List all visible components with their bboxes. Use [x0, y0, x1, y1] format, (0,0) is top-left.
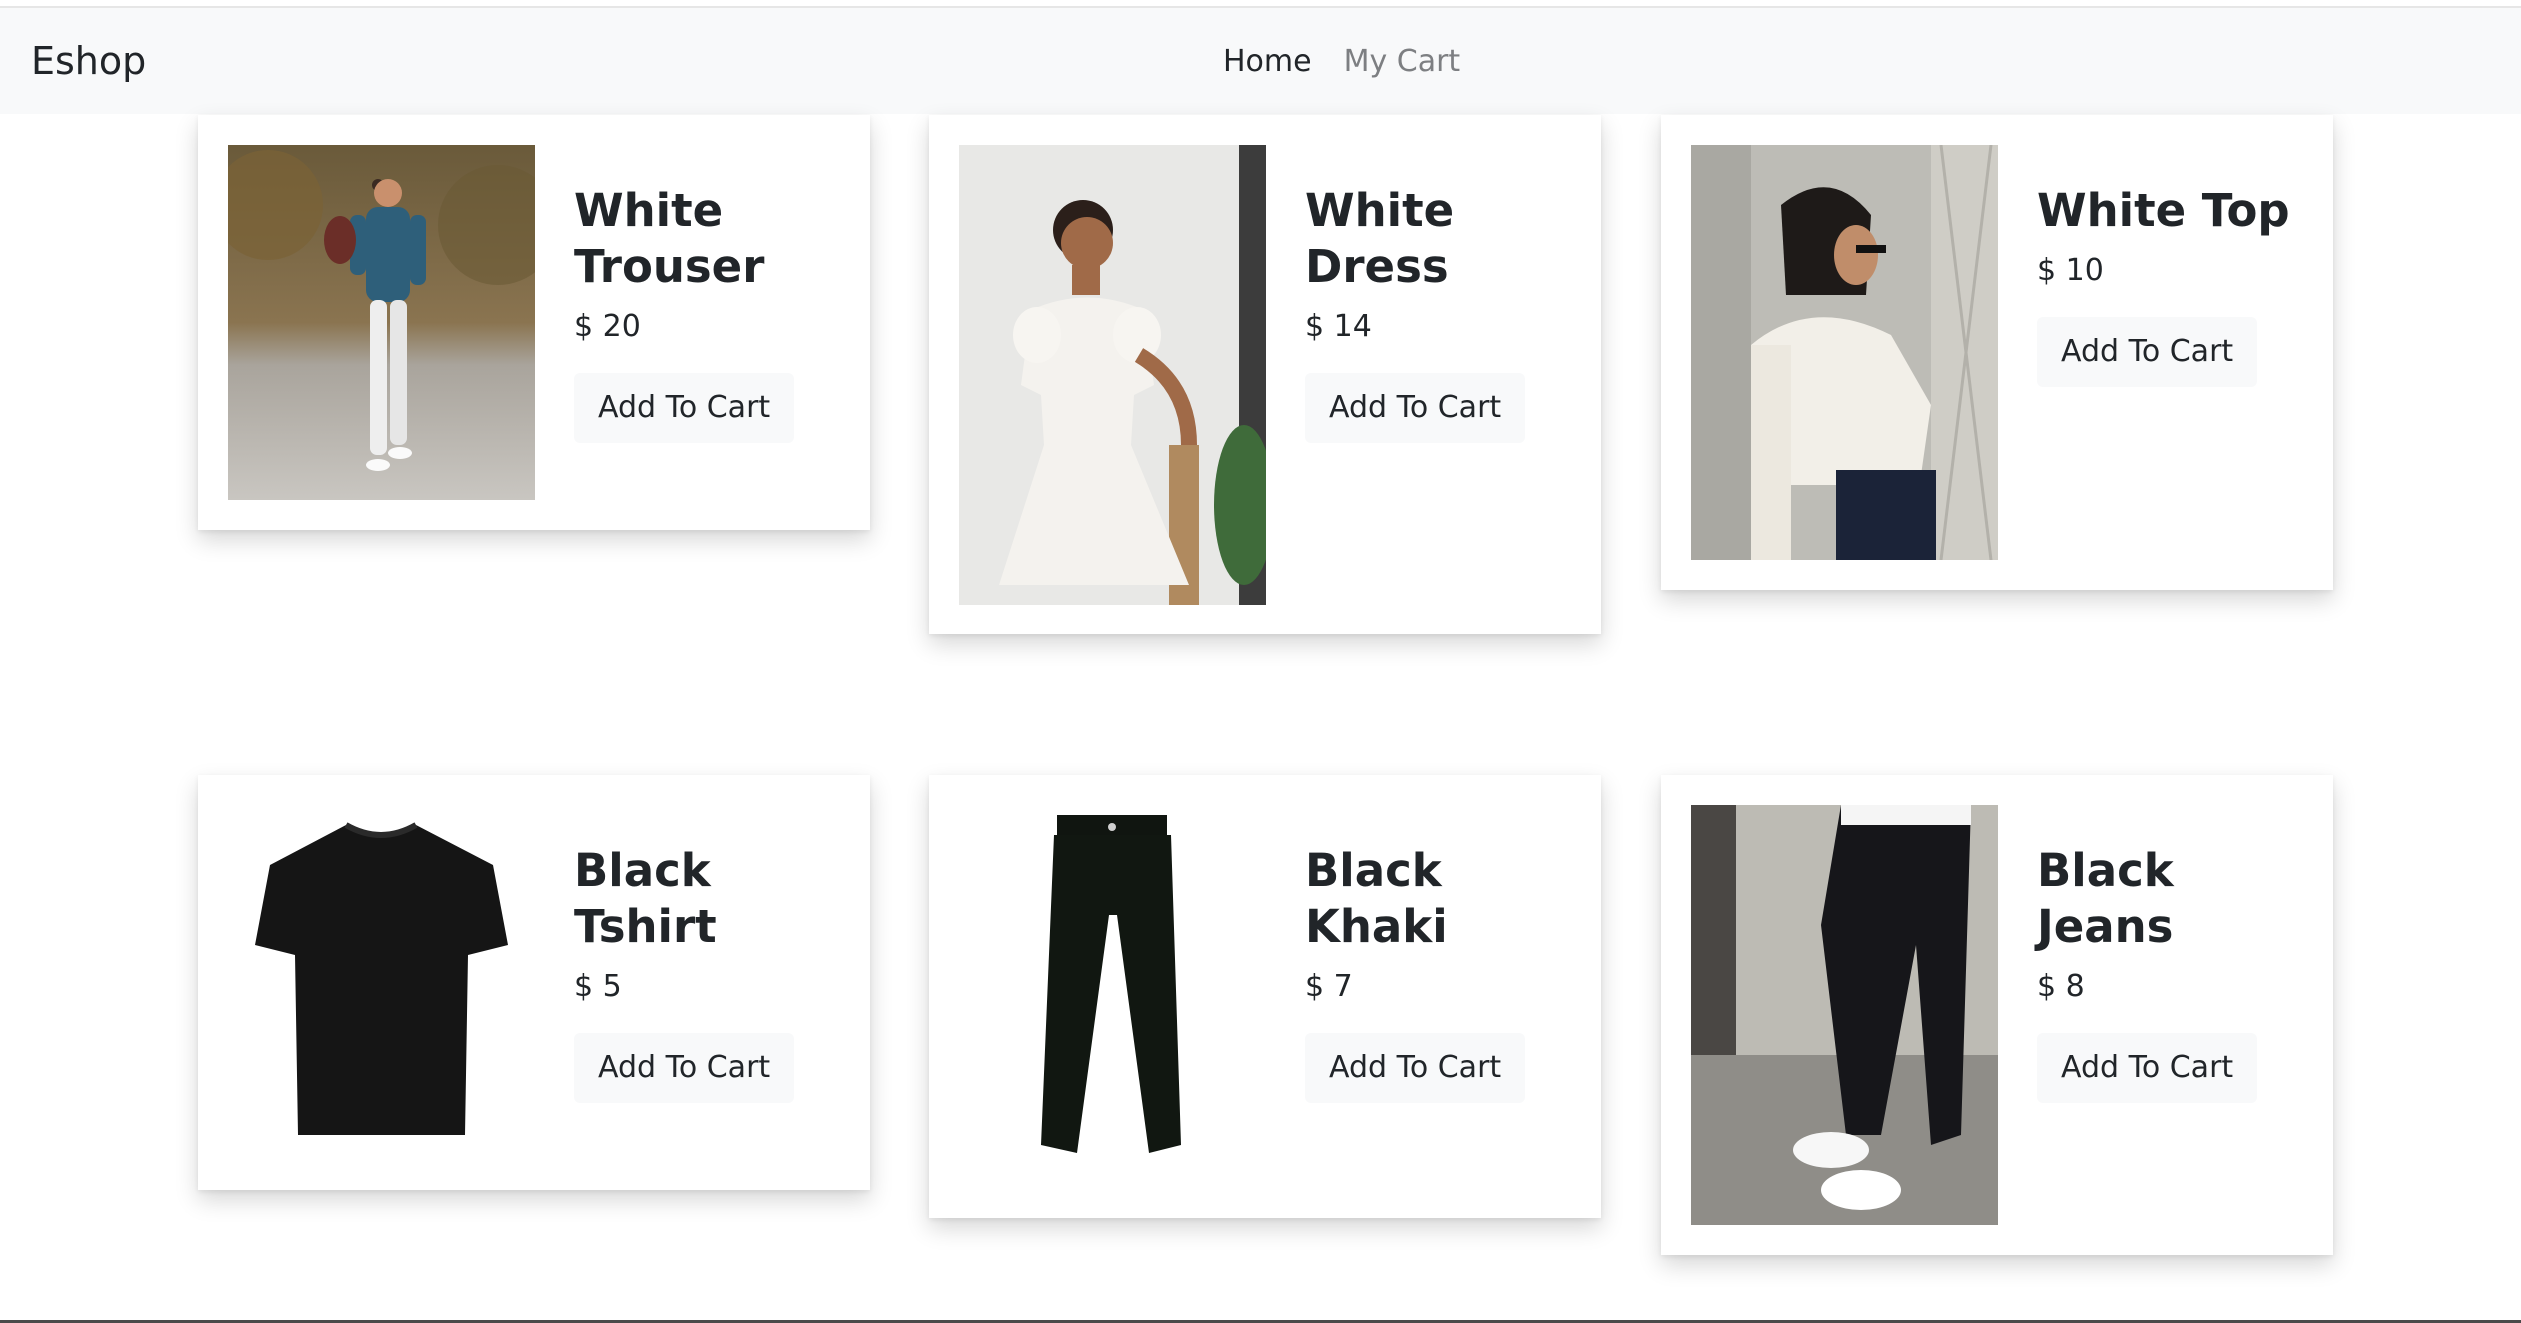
product-title: Black Jeans [2037, 844, 2174, 953]
nav-link-my-cart[interactable]: My Cart [1344, 42, 1461, 82]
product-info: Black Jeans $ 8 Add To Cart [2037, 843, 2307, 1103]
add-to-cart-button[interactable]: Add To Cart [2037, 1033, 2258, 1103]
product-image-black-khaki [959, 805, 1266, 1188]
navbar: Eshop Home My Cart [0, 8, 2521, 114]
product-card-white-top: White Top $ 10 Add To Cart [1661, 115, 2333, 590]
add-to-cart-button[interactable]: Add To Cart [574, 373, 795, 443]
product-title: White Top [2037, 184, 2290, 237]
product-title: White Trouser [574, 184, 765, 293]
product-price: $ 14 [1305, 309, 1372, 344]
product-image-black-jeans [1691, 805, 1998, 1225]
product-price: $ 5 [574, 969, 622, 1004]
product-info: Black Tshirt $ 5 Add To Cart [574, 843, 844, 1103]
product-info: White Top $ 10 Add To Cart [2037, 183, 2307, 387]
product-price: $ 7 [1305, 969, 1353, 1004]
product-info: White Dress $ 14 Add To Cart [1305, 183, 1575, 443]
product-title: Black Khaki [1305, 844, 1448, 953]
add-to-cart-button[interactable]: Add To Cart [1305, 1033, 1526, 1103]
nav-link-home[interactable]: Home [1223, 42, 1312, 82]
product-price: $ 20 [574, 309, 641, 344]
add-to-cart-button[interactable]: Add To Cart [574, 1033, 795, 1103]
product-card-black-jeans: Black Jeans $ 8 Add To Cart [1661, 775, 2333, 1255]
product-card-black-khaki: Black Khaki $ 7 Add To Cart [929, 775, 1601, 1218]
product-card-white-trouser: White Trouser $ 20 Add To Cart [198, 115, 870, 530]
product-image-white-dress [959, 145, 1266, 605]
product-image-black-tshirt [228, 805, 535, 1160]
add-to-cart-button[interactable]: Add To Cart [1305, 373, 1526, 443]
product-image-white-top [1691, 145, 1998, 560]
product-title: White Dress [1305, 184, 1455, 293]
brand-logo[interactable]: Eshop [31, 38, 146, 84]
add-to-cart-button[interactable]: Add To Cart [2037, 317, 2258, 387]
product-price: $ 8 [2037, 969, 2085, 1004]
product-price: $ 10 [2037, 253, 2104, 288]
top-border [0, 0, 2521, 8]
product-title: Black Tshirt [574, 844, 717, 953]
product-image-white-trouser [228, 145, 535, 500]
nav-links: Home My Cart [1223, 42, 1460, 82]
product-card-white-dress: White Dress $ 14 Add To Cart [929, 115, 1601, 634]
product-info: White Trouser $ 20 Add To Cart [574, 183, 844, 443]
product-card-black-tshirt: Black Tshirt $ 5 Add To Cart [198, 775, 870, 1190]
product-info: Black Khaki $ 7 Add To Cart [1305, 843, 1575, 1103]
